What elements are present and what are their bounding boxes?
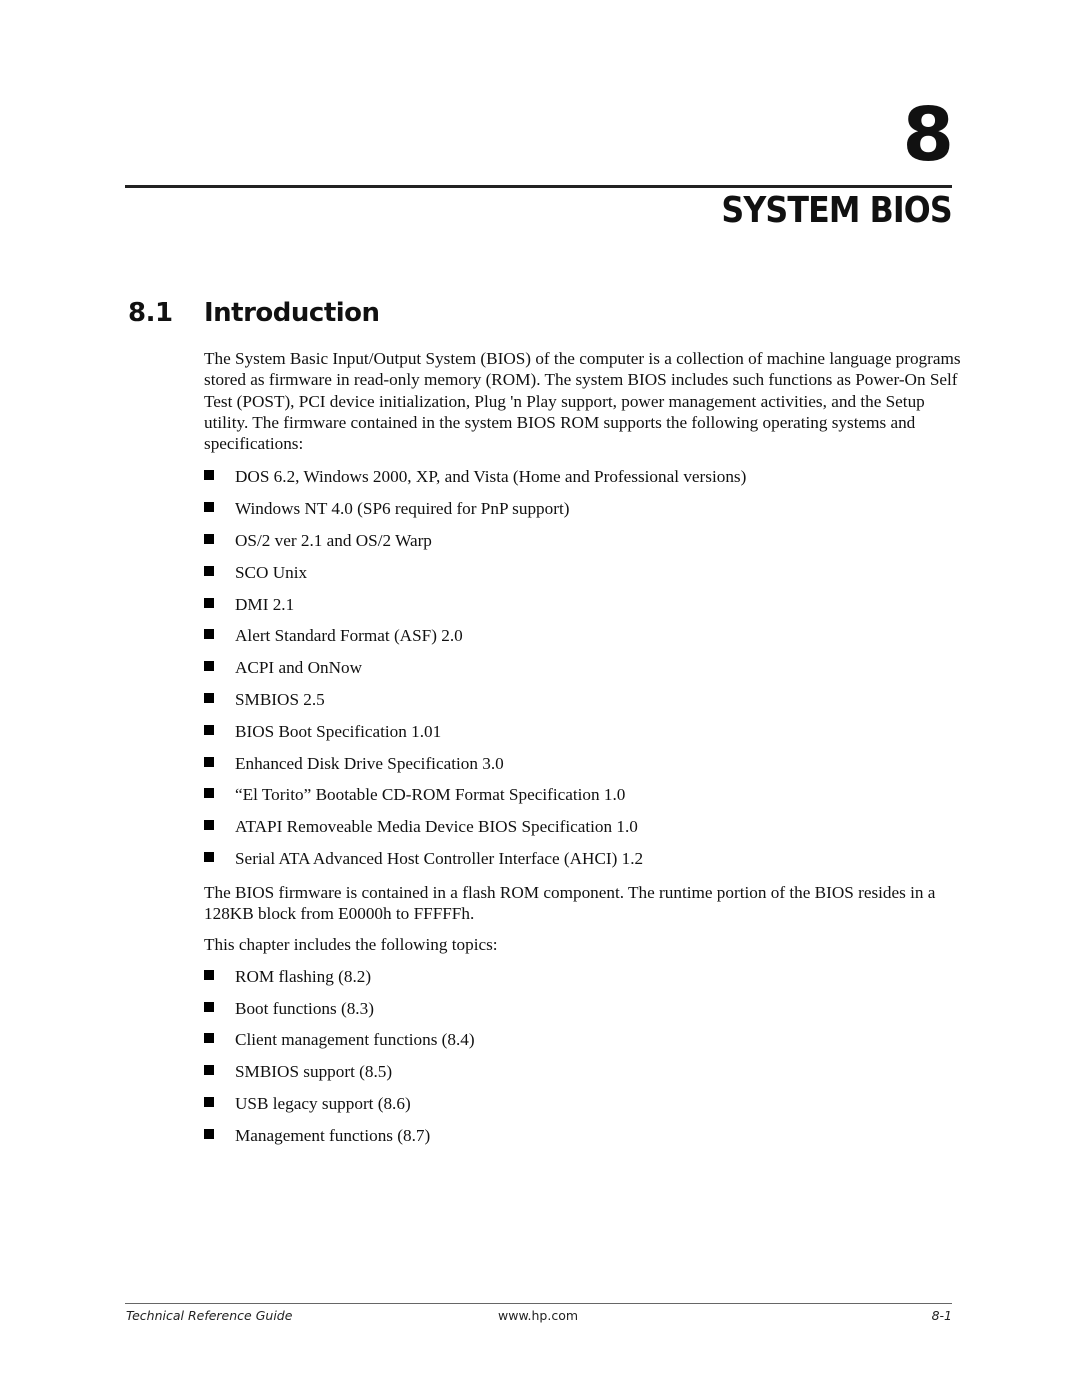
supported-item-text: ATAPI Removeable Media Device BIOS Speci… [235, 817, 638, 837]
supported-item-text: “El Torito” Bootable CD-ROM Format Speci… [235, 785, 626, 805]
chapter-number: 8 [902, 92, 954, 178]
square-bullet-icon [204, 788, 214, 799]
supported-item: DOS 6.2, Windows 2000, XP, and Vista (Ho… [204, 466, 964, 498]
body-content: The System Basic Input/Output System (BI… [204, 348, 964, 1157]
footer-divider [125, 1303, 952, 1304]
supported-item: Enhanced Disk Drive Specification 3.0 [204, 753, 964, 785]
topic-item: ROM flashing (8.2) [204, 966, 964, 998]
square-bullet-icon [204, 565, 214, 576]
footer-guide-title: Technical Reference Guide [126, 1308, 293, 1323]
square-bullet-icon [204, 969, 214, 980]
footer-url: www.hp.com [498, 1308, 579, 1323]
section-title: Introduction [204, 298, 380, 328]
square-bullet-icon [204, 724, 214, 735]
topic-item: Boot functions (8.3) [204, 998, 964, 1030]
supported-item-text: SMBIOS 2.5 [235, 690, 325, 710]
supported-item: BIOS Boot Specification 1.01 [204, 721, 964, 753]
supported-item: ACPI and OnNow [204, 657, 964, 689]
supported-item-text: Windows NT 4.0 (SP6 required for PnP sup… [235, 499, 570, 519]
topic-item-text: Boot functions (8.3) [235, 998, 374, 1018]
supported-item: SMBIOS 2.5 [204, 689, 964, 721]
square-bullet-icon [204, 629, 214, 640]
supported-item-text: ACPI and OnNow [235, 658, 362, 678]
square-bullet-icon [204, 1128, 214, 1139]
topic-item: USB legacy support (8.6) [204, 1093, 964, 1125]
square-bullet-icon [204, 661, 214, 672]
supported-item-text: DMI 2.1 [235, 594, 295, 614]
supported-item: Windows NT 4.0 (SP6 required for PnP sup… [204, 498, 964, 530]
firmware-paragraph: The BIOS firmware is contained in a flas… [204, 882, 936, 924]
square-bullet-icon [204, 1033, 214, 1044]
footer-page-number: 8-1 [931, 1308, 952, 1323]
square-bullet-icon [204, 852, 214, 863]
topic-item-text: SMBIOS support (8.5) [235, 1062, 393, 1082]
supported-item: SCO Unix [204, 562, 964, 594]
supported-item: DMI 2.1 [204, 594, 964, 626]
topic-item: Client management functions (8.4) [204, 1029, 964, 1061]
topic-item: Management functions (8.7) [204, 1125, 964, 1157]
supported-item-text: BIOS Boot Specification 1.01 [235, 721, 442, 741]
supported-item: ATAPI Removeable Media Device BIOS Speci… [204, 816, 964, 848]
topics-list: ROM flashing (8.2) Boot functions (8.3) Cl… [204, 966, 964, 1157]
square-bullet-icon [204, 693, 214, 704]
square-bullet-icon [204, 1096, 214, 1107]
topic-item-text: Client management functions (8.4) [235, 1030, 475, 1050]
supported-item-text: Alert Standard Format (ASF) 2.0 [235, 626, 463, 646]
square-bullet-icon [204, 502, 214, 513]
supported-item-text: DOS 6.2, Windows 2000, XP, and Vista (Ho… [235, 467, 747, 487]
section-heading: 8.1 Introduction [128, 300, 380, 326]
topic-item: SMBIOS support (8.5) [204, 1061, 964, 1093]
supported-item: “El Torito” Bootable CD-ROM Format Speci… [204, 784, 964, 816]
topic-item-text: USB legacy support (8.6) [235, 1093, 411, 1113]
supported-item: Serial ATA Advanced Host Controller Inte… [204, 848, 964, 880]
square-bullet-icon [204, 1001, 214, 1012]
square-bullet-icon [204, 534, 214, 545]
chapter-divider [125, 185, 952, 188]
supported-list: DOS 6.2, Windows 2000, XP, and Vista (Ho… [204, 466, 964, 879]
topic-item-text: Management functions (8.7) [235, 1125, 431, 1145]
supported-item-text: SCO Unix [235, 562, 308, 582]
square-bullet-icon [204, 597, 214, 608]
chapter-title: SYSTEM BIOS [721, 190, 953, 231]
square-bullet-icon [204, 820, 214, 831]
supported-item-text: OS/2 ver 2.1 and OS/2 Warp [235, 531, 432, 551]
topic-item-text: ROM flashing (8.2) [235, 966, 372, 986]
supported-item: Alert Standard Format (ASF) 2.0 [204, 625, 964, 657]
section-number: 8.1 [128, 298, 173, 328]
square-bullet-icon [204, 1065, 214, 1076]
square-bullet-icon [204, 470, 214, 481]
topics-intro: This chapter includes the following topi… [204, 935, 498, 955]
intro-paragraph: The System Basic Input/Output System (BI… [204, 349, 961, 454]
supported-item: OS/2 ver 2.1 and OS/2 Warp [204, 530, 964, 562]
supported-item-text: Enhanced Disk Drive Specification 3.0 [235, 753, 504, 773]
square-bullet-icon [204, 756, 214, 767]
supported-item-text: Serial ATA Advanced Host Controller Inte… [235, 849, 644, 869]
